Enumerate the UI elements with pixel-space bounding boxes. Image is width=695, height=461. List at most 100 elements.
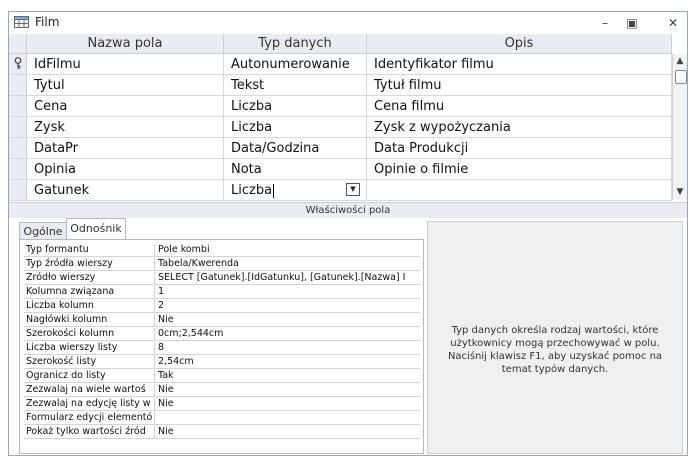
property-value[interactable]: 1 — [156, 286, 420, 298]
table-row[interactable]: DataPr Data/Godzina Data Produkcji — [9, 138, 672, 159]
table-row[interactable]: IdFilmu Autonumerowanie Identyfikator film… — [9, 54, 672, 75]
property-value[interactable]: 2 — [156, 300, 420, 312]
table-row[interactable]: Opinia Nota Opinie o filmie — [9, 159, 672, 180]
property-label: Formularz edycji elementó — [24, 412, 155, 424]
row-selector[interactable] — [9, 180, 27, 201]
grid-corner[interactable] — [9, 34, 27, 54]
help-panel: Typ danych określa rodzaj wartości, któr… — [427, 221, 683, 454]
property-value[interactable]: Nie — [156, 398, 420, 410]
table-row[interactable]: Tytul Tekst Tytuł filmu — [9, 75, 672, 96]
field-name-cell[interactable]: Gatunek — [27, 180, 224, 201]
field-name-cell[interactable]: Tytul — [27, 75, 224, 96]
description-cell-text: Identyfikator filmu — [374, 57, 494, 72]
property-row[interactable]: Formularz edycji elementó — [24, 412, 420, 425]
description-cell[interactable]: Zysk z wypożyczania — [367, 117, 672, 138]
property-row[interactable]: Ogranicz do listy Tak — [24, 370, 420, 383]
scroll-down-icon[interactable]: ▼ — [673, 185, 687, 199]
description-cell[interactable] — [367, 180, 672, 201]
property-label: Liczba kolumn — [24, 300, 155, 312]
field-name-cell[interactable]: IdFilmu — [27, 54, 224, 75]
row-selector[interactable] — [9, 96, 27, 117]
property-row[interactable]: Nagłówki kolumn Nie — [24, 314, 420, 327]
field-name-cell-text: Opinia — [34, 162, 76, 177]
property-value[interactable]: Tak — [156, 370, 420, 382]
row-selector[interactable] — [9, 54, 27, 75]
data-type-cell[interactable]: Nota — [224, 159, 367, 180]
property-row[interactable]: Kolumna związana 1 — [24, 286, 420, 299]
property-value[interactable]: 8 — [156, 342, 420, 354]
field-name-cell[interactable]: Opinia — [27, 159, 224, 180]
property-value[interactable]: Pole kombi — [156, 244, 420, 256]
field-name-cell-text: Gatunek — [34, 183, 90, 198]
property-row[interactable]: Pokaż tylko wartości źród Nie — [24, 426, 420, 439]
data-type-cell[interactable]: Liczba — [224, 117, 367, 138]
chevron-down-icon: ▼ — [350, 185, 356, 193]
property-value[interactable]: 0cm;2,544cm — [156, 328, 420, 340]
property-label: Typ formantu — [24, 244, 155, 256]
field-properties-band: Właściwości pola — [9, 202, 687, 219]
minimize-button[interactable]: – — [597, 15, 613, 31]
property-row[interactable]: Typ źródła wierszy Tabela/Kwerenda — [24, 258, 420, 271]
close-icon: ✕ — [667, 16, 679, 30]
description-cell[interactable]: Tytuł filmu — [367, 75, 672, 96]
property-label: Źródło wierszy — [24, 272, 155, 284]
property-label: Ogranicz do listy — [24, 370, 155, 382]
minimize-icon: – — [602, 16, 608, 30]
property-row[interactable]: Liczba kolumn 2 — [24, 300, 420, 313]
property-value[interactable]: 2,54cm — [156, 356, 420, 368]
table-row[interactable]: Cena Liczba Cena filmu — [9, 96, 672, 117]
primary-key-icon — [14, 57, 22, 69]
field-name-cell[interactable]: DataPr — [27, 138, 224, 159]
description-cell-text: Cena filmu — [374, 99, 445, 114]
row-selector[interactable] — [9, 117, 27, 138]
row-selector[interactable] — [9, 75, 27, 96]
description-cell[interactable]: Cena filmu — [367, 96, 672, 117]
row-selector[interactable] — [9, 159, 27, 180]
table-row[interactable]: Gatunek Liczba ▼ — [9, 180, 672, 201]
property-value[interactable]: SELECT [Gatunek].[IdGatunku], [Gatunek].… — [156, 272, 420, 284]
field-name-cell[interactable]: Cena — [27, 96, 224, 117]
property-row[interactable]: Źródło wierszy SELECT [Gatunek].[IdGatunk… — [24, 272, 420, 285]
field-name-cell-text: Tytul — [34, 78, 65, 93]
property-row[interactable]: Liczba wierszy listy 8 — [24, 342, 420, 355]
scroll-up-icon[interactable]: ▲ — [673, 54, 687, 68]
restore-icon: ▣ — [626, 16, 638, 30]
data-type-cell[interactable]: Liczba — [224, 96, 367, 117]
table-row[interactable]: Zysk Liczba Zysk z wypożyczania — [9, 117, 672, 138]
data-type-cell[interactable]: Data/Godzina — [224, 138, 367, 159]
property-row[interactable]: Szerokość listy 2,54cm — [24, 356, 420, 369]
tab-lookup[interactable]: Odnośnik — [66, 218, 126, 239]
property-value[interactable]: Tabela/Kwerenda — [156, 258, 420, 270]
close-button[interactable]: ✕ — [665, 15, 681, 31]
tab-general[interactable]: Ogólne — [19, 222, 67, 239]
restore-button[interactable]: ▣ — [624, 15, 640, 31]
data-type-dropdown[interactable]: ▼ — [346, 183, 360, 196]
data-type-cell[interactable]: Tekst — [224, 75, 367, 96]
description-cell[interactable]: Identyfikator filmu — [367, 54, 672, 75]
scroll-thumb[interactable] — [675, 70, 687, 84]
property-label: Zezwalaj na wiele wartoś — [24, 384, 155, 396]
property-value[interactable]: Nie — [156, 426, 420, 438]
property-value[interactable]: Nie — [156, 314, 420, 326]
data-type-cell-text: Liczba — [231, 183, 273, 198]
property-row[interactable]: Typ formantu Pole kombi — [24, 244, 420, 257]
data-type-cell[interactable]: Liczba ▼ — [224, 180, 367, 201]
field-name-cell[interactable]: Zysk — [27, 117, 224, 138]
text-caret — [273, 183, 275, 198]
property-row[interactable]: Zezwalaj na wiele wartoś Nie — [24, 384, 420, 397]
property-row[interactable]: Zezwalaj na edycję listy w Nie — [24, 398, 420, 411]
description-cell[interactable]: Data Produkcji — [367, 138, 672, 159]
grid-vertical-scrollbar[interactable]: ▲ ▼ — [672, 54, 687, 200]
description-cell[interactable]: Opinie o filmie — [367, 159, 672, 180]
property-row[interactable]: Szerokości kolumn 0cm;2,544cm — [24, 328, 420, 341]
property-label: Liczba wierszy listy — [24, 342, 155, 354]
property-value[interactable]: Nie — [156, 384, 420, 396]
field-grid: Nazwa pola Typ danych Opis IdFilmu Autonu… — [9, 34, 687, 201]
row-selector[interactable] — [9, 138, 27, 159]
description-cell-text: Opinie o filmie — [374, 162, 469, 177]
property-label: Pokaż tylko wartości źród — [24, 426, 155, 438]
help-text: Typ danych określa rodzaj wartości, któr… — [447, 325, 663, 375]
data-type-cell-text: Autonumerowanie — [231, 57, 350, 72]
data-type-cell[interactable]: Autonumerowanie — [224, 54, 367, 75]
property-value[interactable] — [156, 412, 420, 424]
